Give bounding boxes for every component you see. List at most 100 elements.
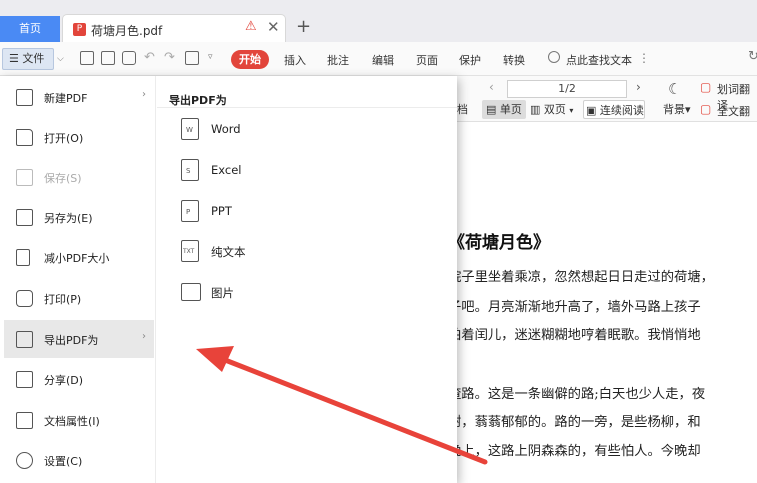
tab-page[interactable]: 页面 <box>416 52 438 68</box>
more-options-icon[interactable]: ⋮ <box>638 51 650 65</box>
undo-icon[interactable]: ↶ <box>144 50 155 65</box>
tab-insert[interactable]: 插入 <box>284 52 306 68</box>
export-option-label: Word <box>211 122 241 136</box>
double-page-icon: ▥ <box>530 103 541 116</box>
close-tab-icon[interactable]: ✕ <box>267 18 280 36</box>
document-line: 子吧。月亮渐渐地升高了，墙外马路上孩子 <box>448 300 701 315</box>
menu-item-properties[interactable]: 文档属性(I) <box>4 401 154 439</box>
single-page-icon: ▤ <box>486 103 497 116</box>
continuous-read-icon: ▣ <box>586 104 597 117</box>
export-option-label: Excel <box>211 163 242 177</box>
menu-item-label: 保存(S) <box>44 172 82 185</box>
properties-icon <box>16 412 33 429</box>
printer-icon <box>16 290 33 307</box>
export-option-word[interactable]: W Word <box>177 116 377 146</box>
chevron-right-icon: › <box>142 89 146 100</box>
text-file-icon: TXT <box>181 240 199 262</box>
export-submenu-header: 导出PDF为 <box>169 94 227 107</box>
chevron-down-icon[interactable]: ⌵ <box>57 54 64 64</box>
menu-item-save: 保存(S) <box>4 158 154 196</box>
moon-icon[interactable]: ☾ <box>668 80 681 98</box>
refresh-icon[interactable]: ↻ <box>748 49 757 64</box>
menu-item-open[interactable]: 打开(O) <box>4 118 154 156</box>
single-page-button[interactable]: ▤ 单页 <box>482 100 526 119</box>
divider <box>157 107 457 108</box>
continuous-read-button[interactable]: ▣ 连续阅读 <box>583 100 645 119</box>
tab-edit[interactable]: 编辑 <box>372 52 394 68</box>
menu-item-label: 分享(D) <box>44 374 84 387</box>
excel-file-icon: S <box>181 159 199 181</box>
document-line: 拍着闰儿，迷迷糊糊地哼着眠歌。我悄悄地 <box>448 328 701 343</box>
menu-item-share[interactable]: 分享(D) <box>4 360 154 398</box>
menu-lines-icon: ☰ <box>9 52 19 65</box>
tab-bar: 首页 P 荷塘月色.pdf ⚠ ✕ + <box>0 0 757 42</box>
menu-item-label: 打开(O) <box>44 132 84 145</box>
menu-item-compress[interactable]: 减小PDF大小 <box>4 238 154 276</box>
document-line: 渣路。这是一条幽僻的路;白天也少人走，夜 <box>448 387 706 402</box>
chevron-down-icon: ▾ <box>569 106 574 115</box>
save-icon[interactable] <box>101 51 115 65</box>
menu-item-label: 打印(P) <box>44 293 82 306</box>
full-translate-icon: ▢ <box>700 102 712 116</box>
continuous-read-label: 连续阅读 <box>599 104 644 117</box>
page-number-input[interactable]: 1/2 <box>507 80 627 98</box>
next-page-icon[interactable]: › <box>636 80 641 94</box>
tab-start[interactable]: 开始 <box>231 50 269 69</box>
background-button[interactable]: 背景▾ <box>663 100 691 119</box>
folder-open-icon <box>16 129 33 146</box>
compress-icon <box>16 249 30 266</box>
ppt-file-icon: P <box>181 200 199 222</box>
new-tab-button[interactable]: + <box>296 16 311 37</box>
settings-icon <box>16 452 33 469</box>
tab-convert[interactable]: 转换 <box>503 52 525 68</box>
customize-dropdown-icon[interactable]: ▿ <box>208 52 213 62</box>
double-page-label: 双页 <box>543 103 566 116</box>
menu-item-save-as[interactable]: 另存为(E) <box>4 198 154 236</box>
menu-item-settings[interactable]: 设置(C) <box>4 441 154 479</box>
document-title: 《荷塘月色》 <box>448 233 550 253</box>
tab-home[interactable]: 首页 <box>0 16 60 42</box>
redo-icon[interactable]: ↷ <box>164 50 175 65</box>
menu-item-label: 文档属性(I) <box>44 415 100 428</box>
tab-document[interactable]: P 荷塘月色.pdf ⚠ ✕ <box>62 14 286 42</box>
export-icon <box>16 331 33 348</box>
print-icon[interactable] <box>122 51 136 65</box>
image-file-icon <box>181 283 201 301</box>
export-option-text[interactable]: TXT 纯文本 <box>177 238 377 268</box>
file-menu-button[interactable]: ☰ 文件 <box>2 48 54 70</box>
double-page-button[interactable]: ▥ 双页 ▾ <box>530 100 573 119</box>
prev-page-icon[interactable]: ‹ <box>489 80 494 94</box>
document-line: 院子里坐着乘凉，忽然想起日日走过的荷塘， <box>448 270 714 285</box>
export-submenu: 导出PDF为 W Word S Excel P PPT TXT 纯文本 图片 <box>157 76 457 483</box>
save-icon <box>16 169 33 186</box>
search-input[interactable]: 点此查找文本 <box>566 52 632 68</box>
warning-icon[interactable]: ⚠ <box>245 19 257 34</box>
menu-item-new-pdf[interactable]: 新建PDF › <box>4 78 154 116</box>
menu-item-label: 设置(C) <box>44 455 83 468</box>
background-label: 背景 <box>663 103 685 116</box>
export-option-label: 纯文本 <box>211 245 246 259</box>
document-line: 树，蓊蓊郁郁的。路的一旁，是些杨柳，和 <box>448 415 701 430</box>
search-icon[interactable] <box>548 51 560 63</box>
ribbon-doc-label: 档 <box>457 103 468 116</box>
tab-protect[interactable]: 保护 <box>459 52 481 68</box>
menu-item-print[interactable]: 打印(P) <box>4 279 154 317</box>
single-page-label: 单页 <box>499 103 522 116</box>
pdf-file-icon: P <box>73 23 86 36</box>
open-folder-icon[interactable] <box>80 51 94 65</box>
menu-item-label: 导出PDF为 <box>44 334 99 347</box>
export-option-label: PPT <box>211 204 232 218</box>
main-toolbar: ☰ 文件 ⌵ ↶ ↷ ▿ 开始 插入 批注 编辑 页面 保护 转换 点此查找文本… <box>0 42 757 76</box>
word-translate-icon: ▢ <box>700 80 712 94</box>
export-option-image[interactable]: 图片 <box>177 279 377 309</box>
menu-item-label: 另存为(E) <box>44 212 93 225</box>
file-menu-label: 文件 <box>22 52 45 65</box>
menu-item-export-pdf[interactable]: 导出PDF为 › <box>4 320 154 358</box>
share-icon <box>16 371 33 388</box>
tab-annotate[interactable]: 批注 <box>327 52 349 68</box>
export-option-ppt[interactable]: P PPT <box>177 198 377 228</box>
menu-item-label: 新建PDF <box>44 92 88 105</box>
export-option-label: 图片 <box>211 286 234 300</box>
export-image-icon[interactable] <box>185 51 199 65</box>
export-option-excel[interactable]: S Excel <box>177 157 377 187</box>
